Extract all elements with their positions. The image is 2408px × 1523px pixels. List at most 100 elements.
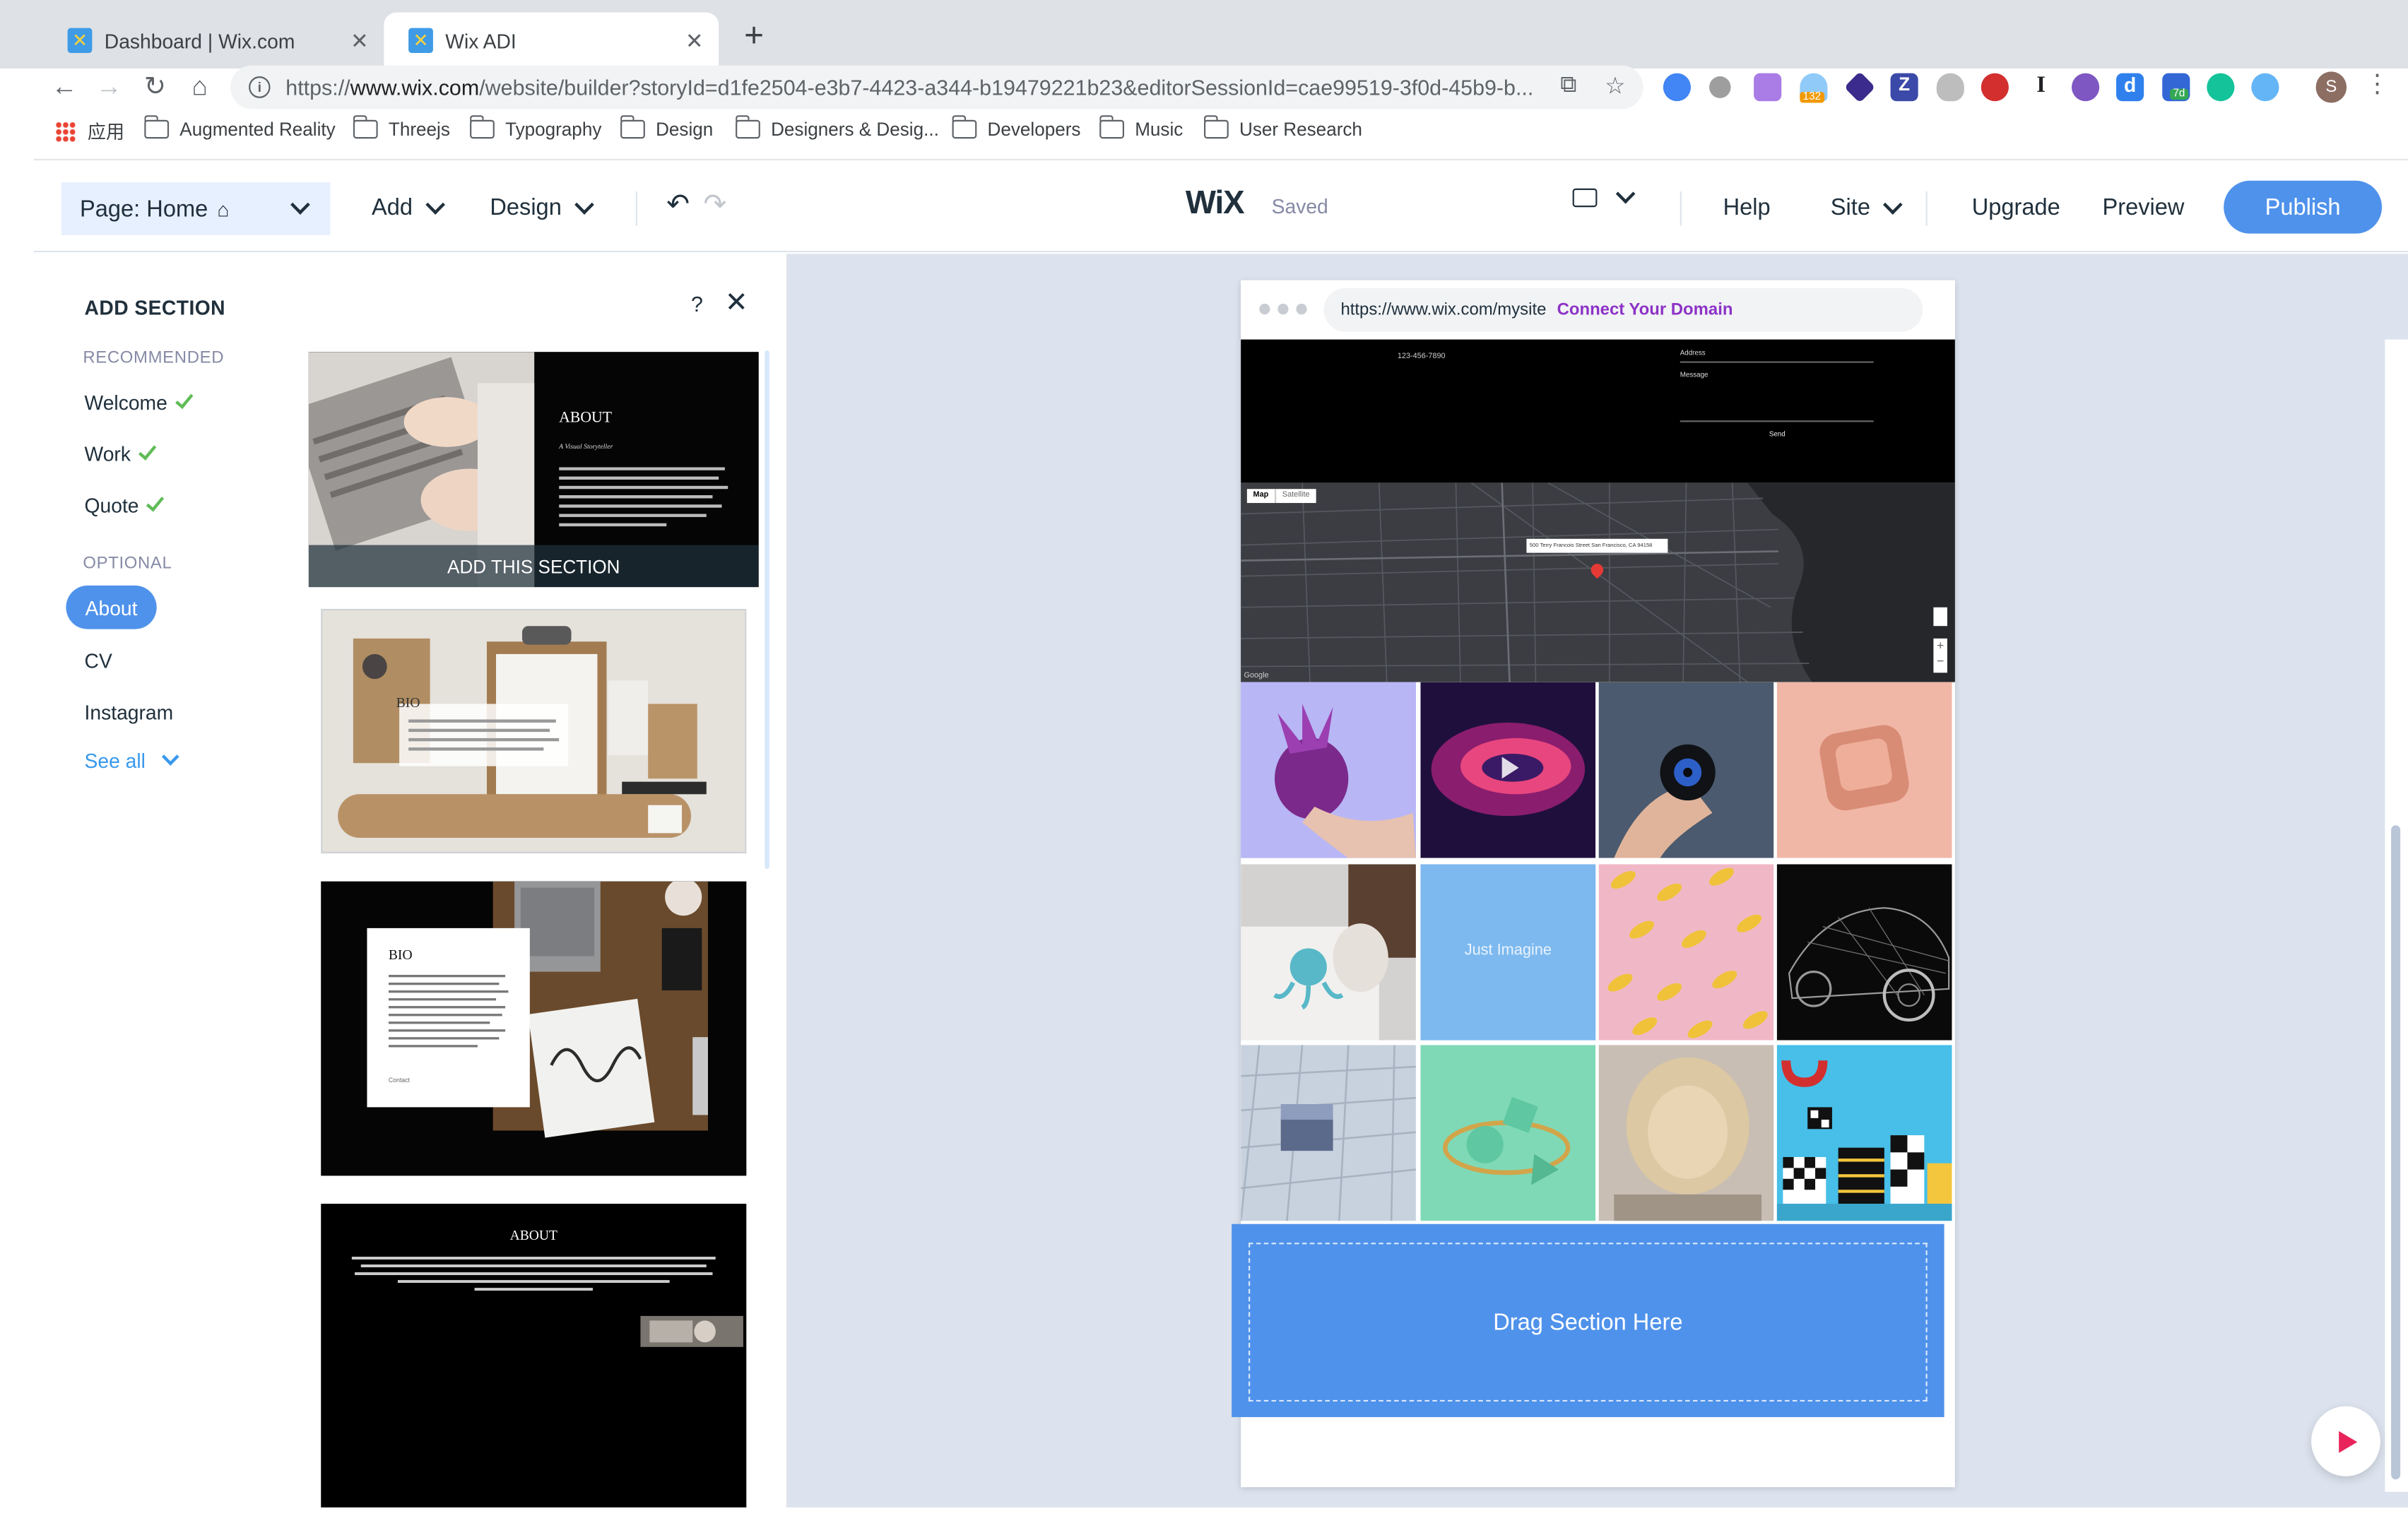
publish-button[interactable]: Publish [2224,180,2383,234]
bookmark-folder[interactable]: Threejs [352,115,450,140]
tab-dashboard[interactable]: ✕ Dashboard | Wix.com ✕ [43,13,384,69]
gallery-item[interactable] [1776,864,1952,1041]
address-bar[interactable]: i https://www.wix.com/website/builder?st… [230,65,1643,109]
extension-bug-icon[interactable] [1709,76,1731,98]
redo-icon[interactable]: ↷ [703,189,726,221]
category-work[interactable]: Work [85,441,157,466]
bookmark-folder[interactable]: Music [1099,115,1183,140]
extension-feather-icon[interactable] [1754,73,1782,102]
see-all-link[interactable]: See all [85,747,179,772]
forward-arrow-icon[interactable]: → [90,69,127,106]
site-preview-browser-bar: https://www.wix.com/mysite Connect Your … [1241,280,1955,340]
browser-toolbar: ← → ↻ ⌂ i https://www.wix.com/website/bu… [0,65,2408,116]
close-tab-icon[interactable]: ✕ [685,28,704,54]
profile-avatar[interactable]: S [2315,71,2347,103]
extension-cloud-icon[interactable] [1936,73,1964,102]
add-this-section-overlay[interactable]: ADD THIS SECTION [308,545,759,588]
checkmark-icon [175,389,194,409]
gallery-item[interactable] [1241,864,1416,1041]
reload-icon[interactable]: ↻ [136,69,173,106]
map-section[interactable]: Map Satellite 500 Terry Francois Street … [1241,482,1955,682]
gallery-item[interactable] [1598,682,1774,858]
translate-icon[interactable]: ⧉ [1560,71,1576,97]
extension-i-icon[interactable]: I [2027,73,2055,102]
close-tab-icon[interactable]: ✕ [350,28,369,54]
bookmark-star-icon[interactable]: ☆ [1605,71,1625,100]
page-selector[interactable]: Page: Home ⌂ [61,182,331,235]
thumbnail-heading: ABOUT [509,1227,557,1243]
section-thumbnail-bio-1[interactable]: BIO [321,608,747,854]
connect-domain-link[interactable]: Connect Your Domain [1557,300,1733,319]
tab-wix-adi[interactable]: ✕ Wix ADI ✕ [384,12,719,69]
extension-globe-icon[interactable] [2072,73,2100,102]
bookmark-folder[interactable]: Design [619,115,713,140]
upgrade-button[interactable]: Upgrade [1972,195,2060,221]
bookmarks-bar: 应用 Augmented Reality Threejs Typography … [0,115,2408,150]
gallery-item[interactable] [1420,1045,1596,1221]
extension-calendar-icon[interactable]: 7d [2162,73,2190,102]
bookmark-folder[interactable]: Typography [468,115,601,140]
close-icon[interactable]: ✕ [725,287,748,319]
map-tab[interactable]: Map [1247,489,1275,503]
gallery-item[interactable] [1598,1045,1774,1221]
section-thumbnail-about-1[interactable]: ABOUT A Visual Storyteller ADD THIS SECT… [308,352,759,588]
gallery-item[interactable] [1241,682,1416,858]
gallery-grid[interactable]: Just Imagine [1241,682,1955,1224]
category-instagram[interactable]: Instagram [85,701,174,724]
thumbnail-body-text [559,467,728,527]
home-icon[interactable]: ⌂ [181,69,218,106]
contact-section[interactable]: 123-456-7890 Address Message Send [1241,339,1955,483]
gallery-item[interactable] [1776,682,1952,858]
help-menu[interactable]: Help [1723,195,1771,221]
street-view-icon[interactable] [1933,607,1947,627]
address-url[interactable]: https://www.wix.com/website/builder?stor… [285,75,1560,100]
satellite-tab[interactable]: Satellite [1274,489,1316,504]
back-arrow-icon[interactable]: ← [46,69,83,106]
section-thumbnail-about-2[interactable]: ABOUT [321,1204,747,1507]
site-menu[interactable]: Site [1831,194,1903,221]
drag-section-dropzone[interactable]: Drag Section Here [1232,1223,1944,1418]
extension-red-icon[interactable] [1981,73,2009,102]
preview-button[interactable]: Preview [2102,195,2184,221]
category-quote[interactable]: Quote [85,492,165,517]
section-thumbnail-bio-2[interactable]: BIO Contact [321,881,747,1176]
bookmark-folder[interactable]: Augmented Reality [143,115,336,140]
site-info-icon[interactable]: i [249,76,271,98]
gallery-item[interactable] [1598,864,1774,1041]
category-welcome[interactable]: Welcome [85,389,194,414]
optional-heading: OPTIONAL [83,554,172,574]
extension-check-icon[interactable] [2251,73,2279,102]
extension-grammarly-icon[interactable] [2207,73,2235,102]
device-switcher[interactable] [1572,184,1636,208]
undo-icon[interactable]: ↶ [666,189,690,221]
zoom-controls[interactable]: + − [1933,638,1947,673]
browser-menu-icon[interactable]: ⋮ [2365,69,2390,100]
category-cv[interactable]: CV [85,649,112,672]
panel-scrollbar[interactable] [765,350,769,870]
design-menu[interactable]: Design [490,194,594,221]
gallery-item[interactable] [1776,1045,1952,1221]
extension-z-icon[interactable]: Z [1890,73,1918,102]
contact-phone: 123-456-7890 [1397,352,1446,362]
map-type-toggle[interactable]: Map Satellite [1246,489,1316,504]
map-pin-label: 500 Terry Francois Street San Francisco,… [1526,538,1668,553]
canvas-scrollbar[interactable] [2391,825,2401,1480]
category-about[interactable]: About [66,585,157,629]
extension-d-icon[interactable]: d [2116,73,2144,102]
wix-favicon-icon: ✕ [408,28,433,53]
extension-g-icon[interactable] [1663,73,1691,102]
gallery-item[interactable] [1420,682,1596,858]
play-tour-button[interactable] [2311,1406,2380,1476]
gallery-item[interactable] [1241,1045,1416,1221]
bookmark-folder[interactable]: Designers & Desig... [735,115,939,140]
gallery-item[interactable]: Just Imagine [1420,864,1596,1041]
bookmark-folder[interactable]: User Research [1203,115,1362,140]
new-tab-plus-icon[interactable]: + [734,13,774,59]
bookmark-folder[interactable]: Developers [951,115,1080,140]
site-url: https://www.wix.com/mysite [1340,300,1547,319]
extension-diamond-icon[interactable] [1843,71,1876,103]
extension-counter-icon[interactable]: 132 [1800,73,1828,103]
bookmark-apps[interactable]: 应用 [55,119,124,145]
help-icon[interactable]: ? [691,291,703,316]
add-menu[interactable]: Add [372,194,445,221]
